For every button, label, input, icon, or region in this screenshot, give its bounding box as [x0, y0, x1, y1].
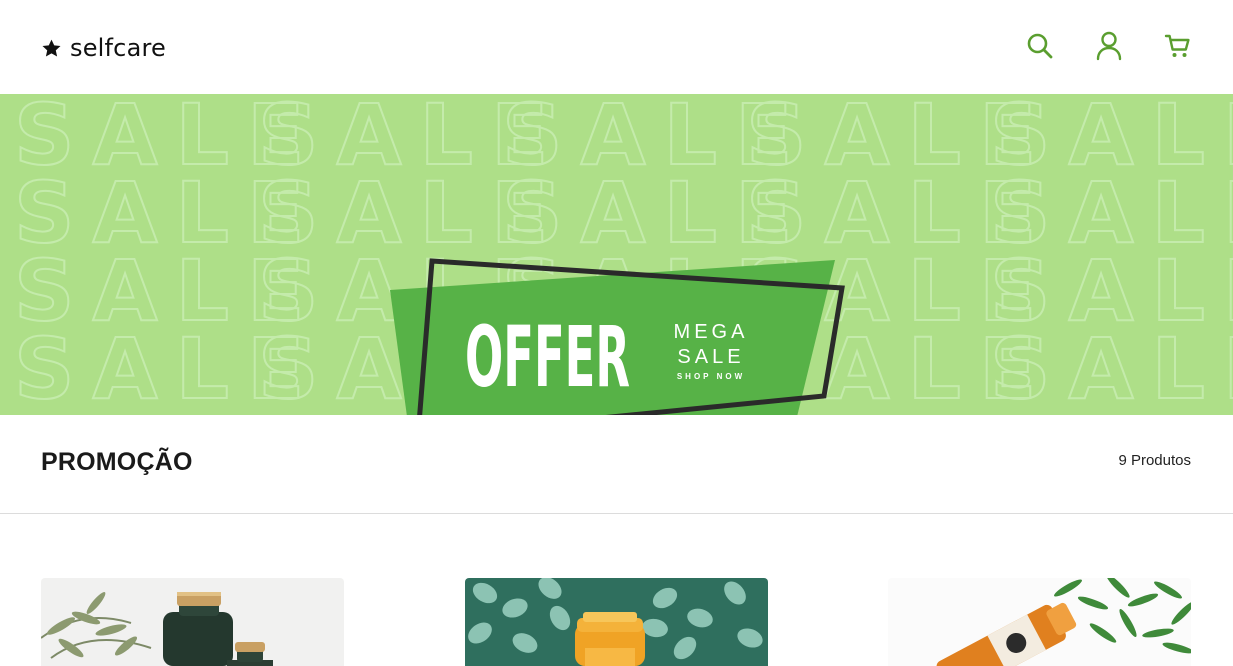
product-image — [888, 578, 1191, 666]
product-image — [41, 578, 344, 666]
product-card[interactable] — [465, 578, 768, 666]
star-icon — [42, 39, 61, 57]
product-count: 9 Produtos — [1118, 452, 1191, 469]
promotion-section-header: PROMOÇÃO 9 Produtos — [0, 415, 1233, 514]
offer-text: OFFER — [465, 308, 630, 406]
brand-logo[interactable]: selfcare — [41, 34, 166, 62]
site-header: selfcare — [0, 0, 1233, 94]
product-image — [465, 578, 768, 666]
search-icon — [1027, 33, 1053, 59]
offer-badge: OFFER MEGA SALE SHOP NOW — [390, 258, 845, 415]
cart-icon — [1164, 34, 1190, 57]
promo-banner[interactable]: SALESALESALESALESALESALESALESALESALESALE… — [0, 94, 1233, 415]
product-card[interactable] — [41, 578, 344, 666]
mega-text: MEGA — [674, 321, 749, 343]
sale-text: SALE — [677, 346, 744, 368]
header-actions — [1026, 31, 1192, 61]
shop-now-text[interactable]: SHOP NOW — [677, 372, 745, 381]
product-grid — [0, 578, 1233, 666]
section-title: PROMOÇÃO — [41, 448, 193, 476]
product-card[interactable] — [888, 578, 1191, 666]
user-icon — [1096, 31, 1122, 61]
brand-name: selfcare — [70, 34, 166, 62]
search-button[interactable] — [1026, 31, 1054, 61]
account-button[interactable] — [1095, 31, 1123, 61]
cart-button[interactable] — [1164, 31, 1192, 61]
sale-pattern-word: SALE — [990, 320, 1233, 415]
